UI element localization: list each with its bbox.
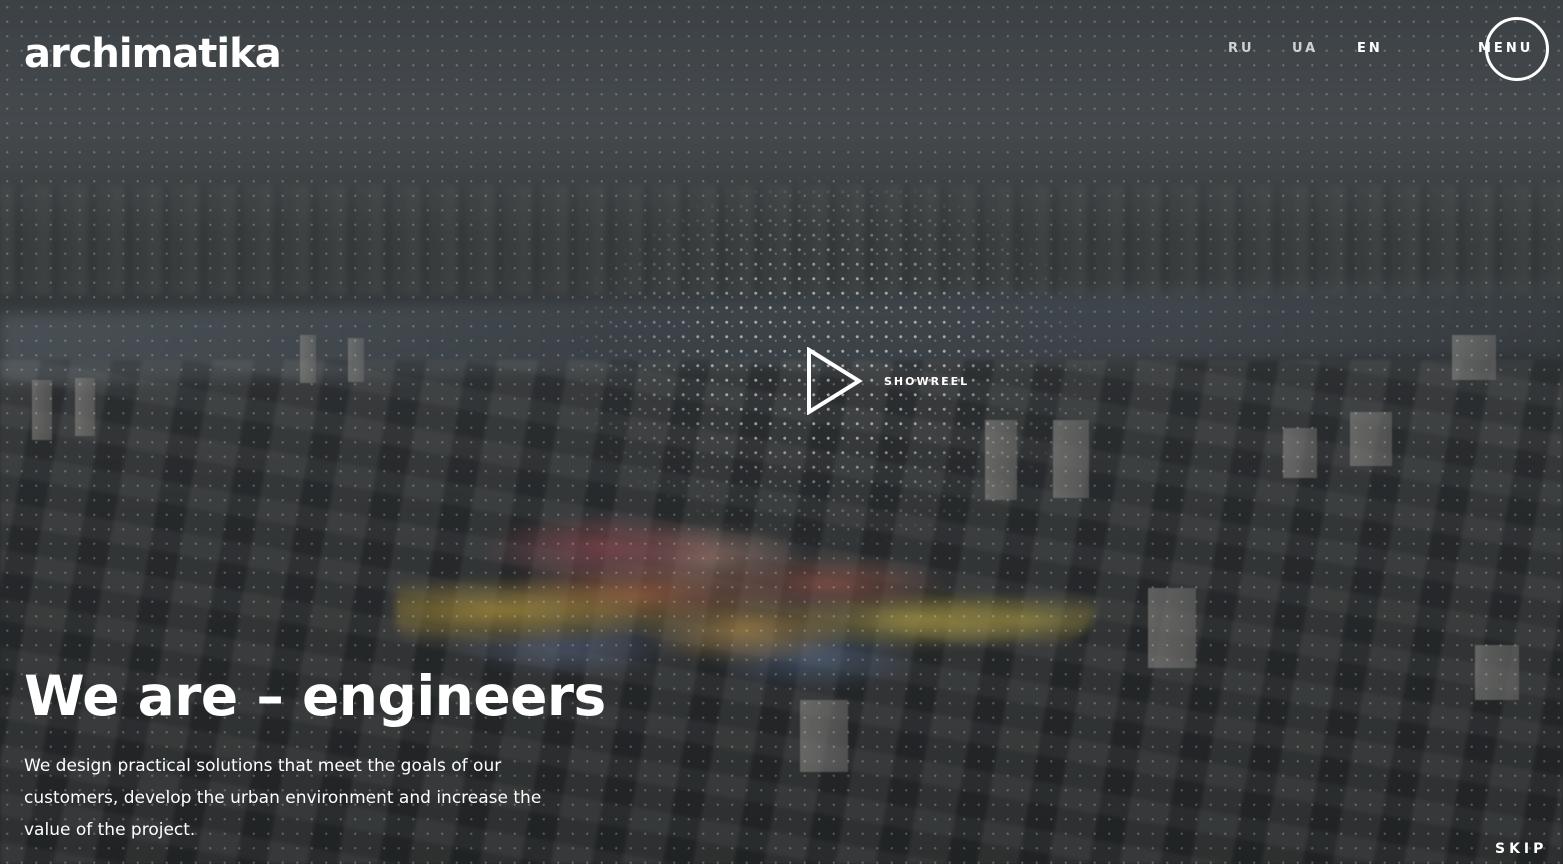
showreel-label: SHOWREEL [884, 375, 970, 388]
play-icon [807, 347, 863, 415]
logo[interactable]: archimatika [24, 30, 282, 78]
menu-label[interactable]: MENU [1478, 41, 1533, 56]
hero-headline: We are – engineers [24, 664, 606, 728]
lang-ru[interactable]: RU [1228, 41, 1255, 56]
lang-ua[interactable]: UA [1292, 41, 1318, 56]
skip-button[interactable]: SKIP [1495, 841, 1547, 857]
lang-en[interactable]: EN [1357, 41, 1383, 56]
hero-description: We design practical solutions that meet … [24, 756, 542, 840]
hero-section: archimatika RU UA EN MENU SHOWREEL We ar… [0, 0, 1563, 864]
showreel-button[interactable]: SHOWREEL [805, 347, 985, 415]
